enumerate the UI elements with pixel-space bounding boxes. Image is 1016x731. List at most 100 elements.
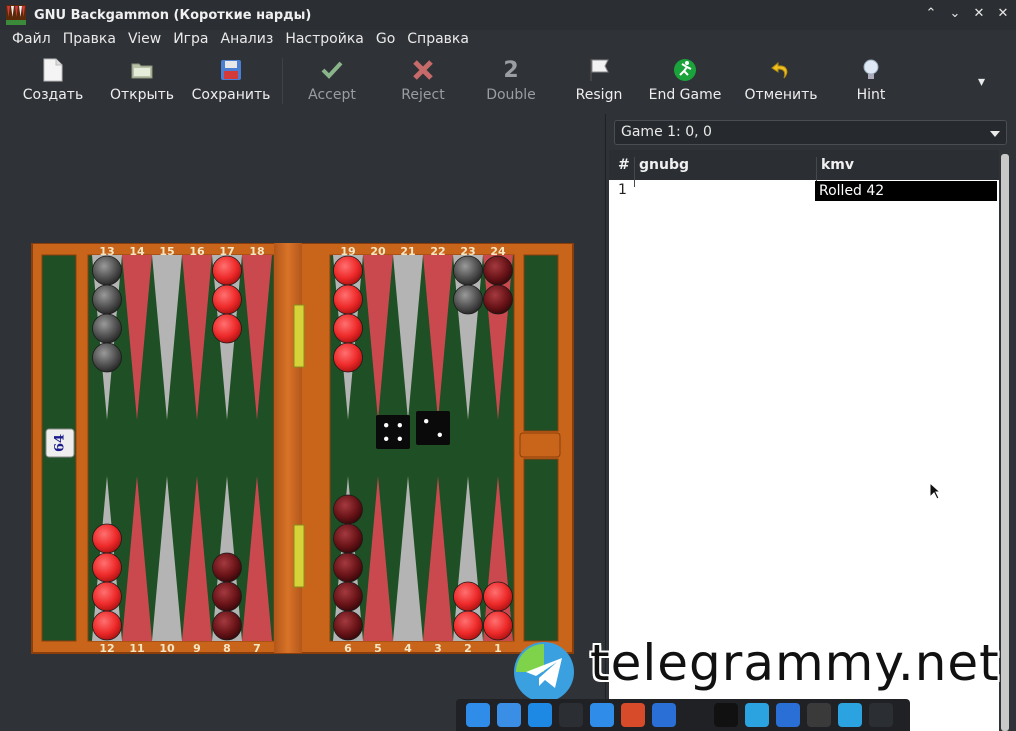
firefox-icon[interactable] — [776, 703, 800, 727]
menu-file[interactable]: Файл — [6, 31, 57, 47]
checker-dark[interactable] — [453, 255, 483, 286]
checker-red[interactable] — [333, 255, 363, 286]
chevron-up-icon[interactable] — [683, 703, 707, 727]
checker-darkred[interactable] — [212, 552, 242, 583]
toolbar-overflow-arrow[interactable]: ▾ — [978, 74, 985, 90]
move-num: 1 — [618, 182, 627, 198]
col-header-gnubg[interactable]: gnubg — [639, 157, 689, 173]
menu-help[interactable]: Справка — [401, 31, 475, 47]
check-icon — [320, 58, 344, 82]
menu-go[interactable]: Go — [370, 31, 401, 47]
checker-darkred[interactable] — [483, 284, 513, 315]
checker-darkred[interactable] — [483, 255, 513, 286]
checker-red[interactable] — [333, 342, 363, 373]
checker-darkred[interactable] — [212, 610, 242, 641]
kde-menu-icon[interactable] — [466, 703, 490, 727]
undo-button[interactable]: Отменить — [742, 52, 820, 112]
point-number-label: 15 — [159, 245, 174, 258]
menu-settings[interactable]: Настройка — [279, 31, 370, 47]
mixer-app-icon[interactable] — [621, 703, 645, 727]
menu-analysis[interactable]: Анализ — [215, 31, 280, 47]
move-row[interactable]: 1 Rolled 42 — [609, 180, 999, 202]
end-game-button[interactable]: End Game — [648, 52, 722, 112]
checker-red[interactable] — [453, 610, 483, 641]
checker-red[interactable] — [453, 581, 483, 612]
reject-button[interactable]: Reject — [396, 52, 450, 112]
game-select[interactable]: Game 1: 0, 0 — [614, 120, 1007, 145]
point-number-label: 8 — [223, 642, 231, 655]
menu-edit[interactable]: Правка — [57, 31, 122, 47]
checker-red[interactable] — [333, 284, 363, 315]
checker-red[interactable] — [92, 552, 122, 583]
move-kmv-cell[interactable]: Rolled 42 — [815, 181, 997, 201]
point-number-label: 20 — [370, 245, 386, 258]
checker-red[interactable] — [92, 523, 122, 554]
checker-red[interactable] — [212, 255, 242, 286]
checker-dark[interactable] — [453, 284, 483, 315]
new-document-icon — [41, 58, 65, 82]
checker-darkred[interactable] — [333, 494, 363, 525]
bar-hinge-bottom — [293, 524, 305, 588]
point-number-label: 18 — [249, 245, 264, 258]
phone-app-icon[interactable] — [590, 703, 614, 727]
backgammon-board[interactable]: 64 13 14 15 16 17 18 19 20 21 22 23 2412 11 10 9 8 7 6 5 4 3… — [28, 243, 588, 663]
accept-button[interactable]: Accept — [304, 52, 360, 112]
title-bar: GNU Backgammon (Короткие нарды) ⌃ ⌄ ✕ ✕ — [0, 0, 1016, 30]
double-button[interactable]: 2 Double — [482, 52, 540, 112]
menu-view[interactable]: View — [122, 31, 167, 47]
die[interactable] — [416, 411, 450, 445]
checker-darkred[interactable] — [333, 523, 363, 554]
mouse-cursor-icon — [929, 481, 942, 504]
checker-red[interactable] — [333, 313, 363, 344]
cube-value: 64 — [53, 434, 68, 452]
gnubg-icon[interactable] — [807, 703, 831, 727]
menu-game[interactable]: Игра — [167, 31, 214, 47]
checker-dark[interactable] — [92, 342, 122, 373]
files-folder-icon[interactable] — [497, 703, 521, 727]
point-number-label: 23 — [460, 245, 475, 258]
new-game-button[interactable]: Создать — [22, 52, 84, 112]
checker-red[interactable] — [212, 313, 242, 344]
checker-darkred[interactable] — [333, 610, 363, 641]
x-twitter-icon[interactable] — [714, 703, 738, 727]
die[interactable] — [376, 415, 410, 449]
checker-darkred[interactable] — [333, 581, 363, 612]
double-2-icon: 2 — [503, 57, 519, 83]
point-number-label: 22 — [430, 245, 445, 258]
col-header-num[interactable]: # — [618, 157, 630, 173]
open-button[interactable]: Открыть — [109, 52, 175, 112]
minimize-button[interactable]: ⌃ — [924, 7, 938, 21]
checker-red[interactable] — [212, 284, 242, 315]
hint-button[interactable]: Hint — [852, 52, 890, 112]
col-header-kmv[interactable]: kmv — [821, 157, 854, 173]
checker-dark[interactable] — [92, 284, 122, 315]
point-number-label: 11 — [129, 642, 144, 655]
resign-button[interactable]: Resign — [571, 52, 627, 112]
telegram-icon[interactable] — [838, 703, 862, 727]
music-app-icon[interactable] — [528, 703, 552, 727]
checker-dark[interactable] — [92, 255, 122, 286]
telegram-icon[interactable] — [745, 703, 769, 727]
close-icon[interactable]: ✕ — [996, 7, 1010, 21]
doubling-cube[interactable]: 64 — [45, 428, 75, 458]
terminal-icon[interactable] — [869, 703, 893, 727]
checker-dark[interactable] — [92, 313, 122, 344]
checker-red[interactable] — [483, 610, 513, 641]
checker-red[interactable] — [92, 581, 122, 612]
maximize-button[interactable]: ⌄ — [948, 7, 962, 21]
checker-darkred[interactable] — [212, 581, 242, 612]
right-tray-top — [523, 254, 559, 432]
checker-darkred[interactable] — [333, 552, 363, 583]
terminal-icon[interactable] — [559, 703, 583, 727]
right-tray-divider — [519, 432, 561, 458]
checker-red[interactable] — [92, 610, 122, 641]
checker-red[interactable] — [483, 581, 513, 612]
close-button[interactable]: ✕ — [972, 7, 986, 21]
firefox-icon[interactable] — [652, 703, 676, 727]
right-tray-bottom — [523, 458, 559, 642]
watermark-text: telegrammy.net — [590, 634, 1000, 692]
undo-arrow-icon — [769, 58, 793, 82]
scrollbar[interactable] — [1001, 154, 1009, 731]
save-button[interactable]: Сохранить — [192, 52, 270, 112]
save-floppy-icon — [219, 58, 243, 82]
